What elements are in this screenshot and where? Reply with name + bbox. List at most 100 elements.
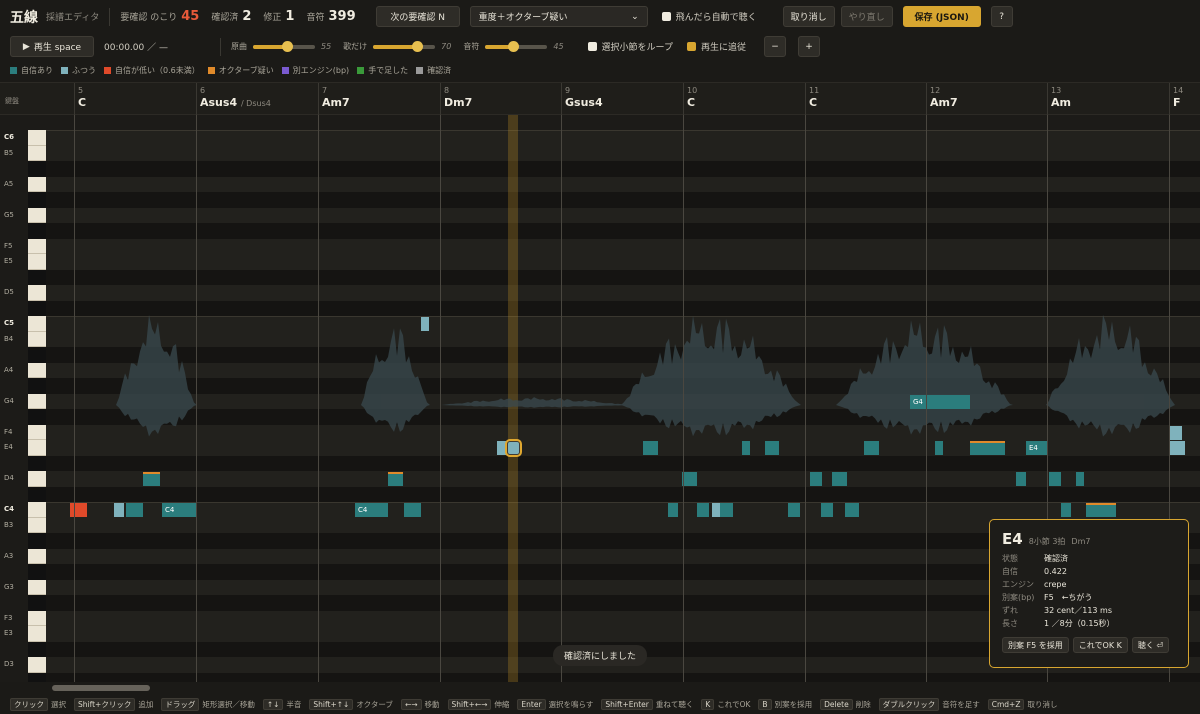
note-block[interactable]: [970, 441, 1005, 455]
white-key[interactable]: [28, 254, 46, 270]
undo-button[interactable]: 取り消し: [782, 6, 835, 27]
note-block[interactable]: [832, 472, 847, 486]
white-key[interactable]: [28, 517, 46, 533]
filter-select[interactable]: 重度＋オクターブ疑い ⌄: [469, 6, 648, 27]
pitch-row[interactable]: [46, 145, 1200, 161]
black-key[interactable]: [28, 641, 46, 657]
note-block[interactable]: [1016, 472, 1026, 486]
measure-10[interactable]: 10 C: [683, 83, 805, 116]
black-key[interactable]: [28, 455, 46, 471]
save-button[interactable]: 保存 (JSON): [902, 6, 981, 27]
measure-13[interactable]: 13 Am: [1047, 83, 1169, 116]
note-block[interactable]: [1049, 472, 1061, 486]
note-block[interactable]: [682, 472, 697, 486]
note-block[interactable]: [742, 441, 750, 455]
note-block[interactable]: [765, 441, 779, 455]
pitch-row[interactable]: [46, 130, 1200, 146]
note-block[interactable]: [126, 503, 143, 517]
note-block[interactable]: [821, 503, 833, 517]
note-block[interactable]: [643, 441, 658, 455]
note-block[interactable]: [668, 503, 678, 517]
loop-checkbox[interactable]: 選択小節をループ: [587, 40, 673, 53]
white-key[interactable]: [28, 316, 46, 332]
white-key[interactable]: [28, 502, 46, 518]
white-key[interactable]: [28, 579, 46, 595]
white-key[interactable]: [28, 145, 46, 161]
note-block[interactable]: C4: [162, 503, 197, 517]
horizontal-scrollbar[interactable]: [0, 682, 1200, 694]
note-block[interactable]: [404, 503, 421, 517]
measure-14[interactable]: 14 F: [1169, 83, 1200, 116]
pitch-row[interactable]: [46, 207, 1200, 223]
note-block[interactable]: [497, 441, 506, 455]
measure-11[interactable]: 11 C: [805, 83, 926, 116]
piano-keyboard[interactable]: C6 B5 A5 G5 F5 E5 D5 C5 B4 A4 G4 F4 E4 D4 C4 B3 A3 G3 F3 E3…: [0, 115, 46, 682]
note-block[interactable]: E4: [1026, 441, 1048, 455]
white-key[interactable]: [28, 548, 46, 564]
pitch-row[interactable]: [46, 269, 1200, 285]
note-block[interactable]: [114, 503, 124, 517]
zoom-in-button[interactable]: +: [798, 36, 821, 57]
note-block[interactable]: [143, 472, 160, 486]
black-key[interactable]: [28, 533, 46, 549]
black-key[interactable]: [28, 409, 46, 425]
pitch-row[interactable]: [46, 192, 1200, 208]
black-key[interactable]: [28, 347, 46, 363]
pitch-row[interactable]: [46, 254, 1200, 270]
confirm-ok-button[interactable]: これでOK K: [1072, 637, 1128, 653]
note-block[interactable]: [697, 503, 709, 517]
white-key[interactable]: [28, 176, 46, 192]
white-key[interactable]: [28, 285, 46, 301]
measure-12[interactable]: 12 Am7: [926, 83, 1047, 116]
black-key[interactable]: [28, 486, 46, 502]
note-block[interactable]: C4: [355, 503, 388, 517]
white-key[interactable]: [28, 331, 46, 347]
white-key[interactable]: [28, 471, 46, 487]
pitch-row[interactable]: [46, 176, 1200, 192]
follow-checkbox[interactable]: 再生に追従: [687, 40, 746, 53]
scrollbar-thumb[interactable]: [52, 685, 150, 691]
white-key[interactable]: [28, 440, 46, 456]
white-key[interactable]: [28, 207, 46, 223]
listen-button[interactable]: 聴く ⏎: [1131, 637, 1170, 653]
black-key[interactable]: [28, 161, 46, 177]
note-block[interactable]: [1086, 503, 1116, 517]
black-key[interactable]: [28, 672, 46, 682]
note-block[interactable]: [720, 503, 733, 517]
measure-8[interactable]: 8 Dm7: [440, 83, 561, 116]
note-block[interactable]: [388, 472, 403, 486]
note-block[interactable]: [1061, 503, 1071, 517]
slider-notes[interactable]: 音符 45: [463, 40, 564, 52]
measure-5[interactable]: 5C: [74, 83, 196, 116]
white-key[interactable]: [28, 393, 46, 409]
white-key[interactable]: [28, 362, 46, 378]
white-key[interactable]: [28, 610, 46, 626]
redo-button[interactable]: やり直し: [840, 6, 893, 27]
play-button[interactable]: ▶ 再生 space: [10, 36, 94, 57]
white-key[interactable]: [28, 626, 46, 642]
note-block[interactable]: [864, 441, 879, 455]
note-block[interactable]: [935, 441, 943, 455]
pitch-row[interactable]: [46, 238, 1200, 254]
next-review-button[interactable]: 次の要確認 N: [375, 6, 460, 27]
help-button[interactable]: ?: [990, 6, 1013, 27]
pitch-row[interactable]: [46, 672, 1200, 682]
white-key[interactable]: [28, 130, 46, 146]
selected-note[interactable]: [505, 439, 522, 457]
slider-original[interactable]: 原曲 55: [231, 40, 331, 52]
note-block[interactable]: [810, 472, 822, 486]
zoom-out-button[interactable]: −: [764, 36, 787, 57]
black-key[interactable]: [28, 564, 46, 580]
measure-6[interactable]: 6 Asus4 / Dsus4: [196, 83, 318, 116]
black-key[interactable]: [28, 378, 46, 394]
white-key[interactable]: [28, 424, 46, 440]
slider-vocal[interactable]: 歌だけ 70: [343, 40, 451, 52]
pitch-row[interactable]: [46, 161, 1200, 177]
black-key[interactable]: [28, 595, 46, 611]
note-block[interactable]: [421, 317, 429, 331]
pitch-row[interactable]: [46, 223, 1200, 239]
black-key[interactable]: [28, 192, 46, 208]
note-block[interactable]: [1170, 441, 1185, 455]
note-block[interactable]: G4: [910, 394, 970, 409]
white-key[interactable]: [28, 238, 46, 254]
